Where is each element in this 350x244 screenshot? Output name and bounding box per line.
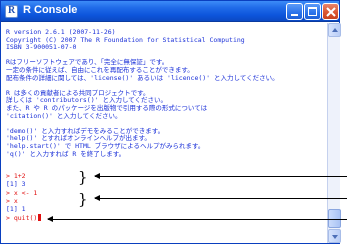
console-result-line: [1] 1 <box>6 205 26 213</box>
console-result-line: [1] 3 <box>6 180 26 188</box>
console-input-line: > 1+2 <box>6 172 26 180</box>
session-line-text: > quit() <box>6 213 38 222</box>
annotation-arrow-1 <box>94 173 347 179</box>
session-line-text: > x <box>6 196 18 205</box>
annotation-brace-2: } <box>78 190 88 208</box>
scroll-down-arrow-icon <box>332 235 338 239</box>
r-app-icon-letter: R <box>8 5 16 16</box>
minimize-icon <box>291 14 298 16</box>
scroll-down-button[interactable] <box>328 229 341 243</box>
close-icon <box>326 7 336 17</box>
screenshot-canvas: R R Console R version 2.6.1 (2007-11-26)… <box>0 0 350 244</box>
window-title: R Console <box>23 4 78 16</box>
vertical-scrollbar[interactable] <box>327 23 341 243</box>
console-input-line: > quit() <box>6 213 42 222</box>
console-output-line: ISBN 3-900051-07-0 <box>6 43 77 52</box>
maximize-button[interactable] <box>304 3 321 20</box>
minimize-button[interactable] <box>286 3 303 20</box>
scroll-up-button[interactable] <box>328 23 341 37</box>
console-output-area[interactable]: R version 2.6.1 (2007-11-26) Copyright (C… <box>1 23 327 243</box>
scroll-up-arrow-icon <box>332 28 338 32</box>
annotation-arrow-2 <box>94 195 347 201</box>
annotation-brace-1: } <box>78 168 88 186</box>
console-input-line: > x <- 1 <box>6 189 37 197</box>
console-output-line: 'citation()' と入力してください。 <box>6 111 122 120</box>
session-line-text: [1] 3 <box>6 180 26 189</box>
r-app-icon: R <box>5 5 18 18</box>
r-console-window: R R Console R version 2.6.1 (2007-11-26)… <box>0 0 341 244</box>
text-cursor <box>38 213 42 221</box>
session-line-text: > x <- 1 <box>6 188 38 197</box>
console-output-line: 'q()' と入力すれば R を終了します。 <box>6 149 126 158</box>
annotation-arrow-3 <box>47 216 347 222</box>
session-line-text: [1] 1 <box>6 205 26 214</box>
maximize-icon <box>308 7 317 16</box>
session-line-text: > 1+2 <box>6 172 26 180</box>
console-input-line: > x <box>6 197 18 205</box>
close-button[interactable] <box>322 3 339 20</box>
console-output-line: 配布条件の詳細に関しては、'license()' あるいは 'licence()… <box>6 73 279 82</box>
title-bar[interactable]: R R Console <box>1 1 339 22</box>
